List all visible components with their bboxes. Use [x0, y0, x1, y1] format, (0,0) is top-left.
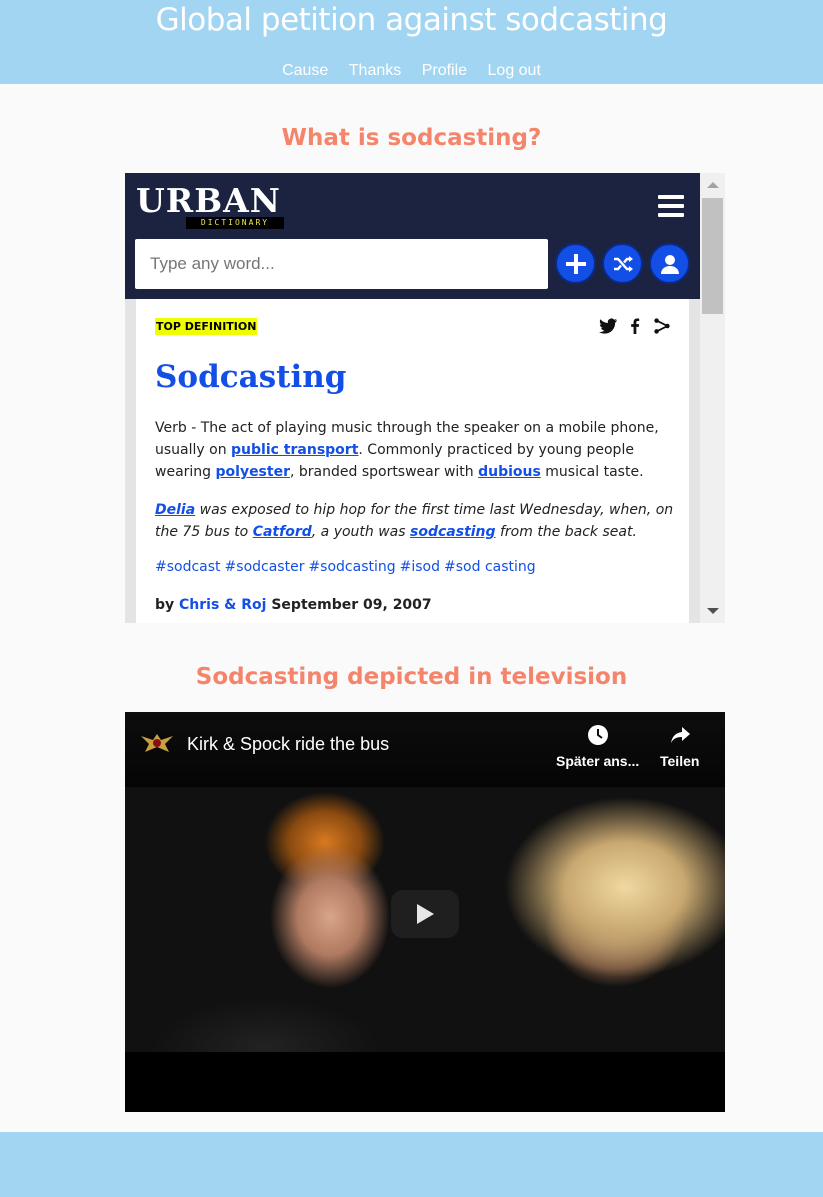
site-header: Global petition against sodcasting Cause…	[0, 0, 823, 84]
ud-logo-word: URBAN	[136, 181, 281, 220]
scroll-down-arrow[interactable]	[707, 608, 719, 614]
meaning-text: musical taste.	[540, 464, 644, 480]
site-footer	[0, 1132, 823, 1197]
share-label: Teilen	[660, 753, 700, 769]
nav-cause[interactable]: Cause	[282, 62, 328, 79]
watch-later-label: Später ans...	[556, 753, 640, 769]
definition-date: September 09, 2007	[266, 597, 432, 613]
example-text: from the back seat.	[495, 524, 637, 540]
shuffle-icon	[613, 255, 633, 272]
link-public-transport[interactable]: public transport	[231, 442, 358, 458]
definition-example: Delia was exposed to hip hop for the fir…	[155, 499, 675, 543]
video-title[interactable]: Kirk & Spock ride the bus	[187, 734, 389, 755]
main-nav: Cause Thanks Profile Log out	[0, 62, 823, 80]
random-word-button[interactable]	[602, 243, 643, 284]
definition-author-line: by Chris & Roj September 09, 2007	[155, 597, 432, 613]
definition-tags: #sodcast #sodcaster #sodcasting #isod #sod c…	[155, 559, 540, 575]
share-button[interactable]: Teilen	[660, 724, 699, 769]
clock-icon	[587, 725, 608, 745]
hamburger-menu-icon[interactable]	[658, 195, 684, 222]
tag-link[interactable]: #isod	[400, 559, 440, 575]
scroll-up-arrow[interactable]	[707, 182, 719, 188]
tag-link[interactable]: #sodcaster	[225, 559, 305, 575]
ud-search-input[interactable]	[135, 239, 548, 289]
ud-definition-card: TOP DEFINITION Sodcasting Verb - The act…	[136, 299, 689, 623]
definition-word[interactable]: Sodcasting	[155, 359, 346, 395]
embed-scrollbar[interactable]	[700, 173, 725, 623]
example-text: , a youth was	[311, 524, 411, 540]
tag-link[interactable]: #sodcasting	[308, 559, 395, 575]
link-dubious[interactable]: dubious	[478, 464, 541, 480]
ud-header: URBAN DICTIONARY	[125, 173, 700, 299]
link-polyester[interactable]: polyester	[216, 464, 290, 480]
ud-logo[interactable]: URBAN DICTIONARY	[136, 181, 284, 229]
section-heading-tv: Sodcasting depicted in television	[195, 664, 628, 690]
watch-later-button[interactable]: Später ans...	[556, 724, 639, 769]
user-account-button[interactable]	[649, 243, 690, 284]
link-catford[interactable]: Catford	[253, 524, 312, 540]
ud-search-box	[135, 239, 548, 289]
link-delia[interactable]: Delia	[155, 502, 195, 518]
scrollbar-thumb[interactable]	[702, 198, 723, 314]
video-header: Kirk & Spock ride the bus Später ans... …	[125, 712, 725, 787]
user-icon	[660, 254, 679, 274]
ud-logo-sub: DICTIONARY	[186, 217, 284, 229]
definition-meaning: Verb - The act of playing music through …	[155, 417, 675, 483]
nav-profile[interactable]: Profile	[422, 62, 467, 79]
tag-link[interactable]: #sod casting	[444, 559, 536, 575]
video-letterbox	[125, 1052, 725, 1112]
plus-icon	[565, 253, 586, 274]
tag-link[interactable]: #sodcast	[155, 559, 221, 575]
top-definition-badge: TOP DEFINITION	[155, 318, 258, 335]
ud-share-links	[599, 317, 671, 335]
nav-thanks[interactable]: Thanks	[349, 62, 401, 79]
share-icon[interactable]	[653, 317, 671, 335]
play-button[interactable]	[391, 890, 459, 938]
youtube-embed[interactable]: Kirk & Spock ride the bus Später ans... …	[125, 712, 725, 1112]
twitter-icon[interactable]	[599, 318, 617, 334]
share-arrow-icon	[670, 727, 690, 743]
author-prefix: by	[155, 597, 180, 613]
link-sodcasting[interactable]: sodcasting	[410, 524, 496, 540]
facebook-icon[interactable]	[630, 318, 640, 334]
add-definition-button[interactable]	[555, 243, 596, 284]
section-heading-what: What is sodcasting?	[281, 125, 542, 151]
nav-logout[interactable]: Log out	[488, 62, 541, 79]
channel-logo-icon[interactable]	[139, 730, 175, 756]
urban-dictionary-embed[interactable]: URBAN DICTIONARY TOP DEFINITION Sodcasti…	[125, 173, 725, 623]
play-icon	[417, 904, 434, 924]
author-link[interactable]: Chris & Roj	[179, 597, 266, 613]
site-title: Global petition against sodcasting	[155, 2, 668, 38]
meaning-text: , branded sportswear with	[289, 464, 479, 480]
